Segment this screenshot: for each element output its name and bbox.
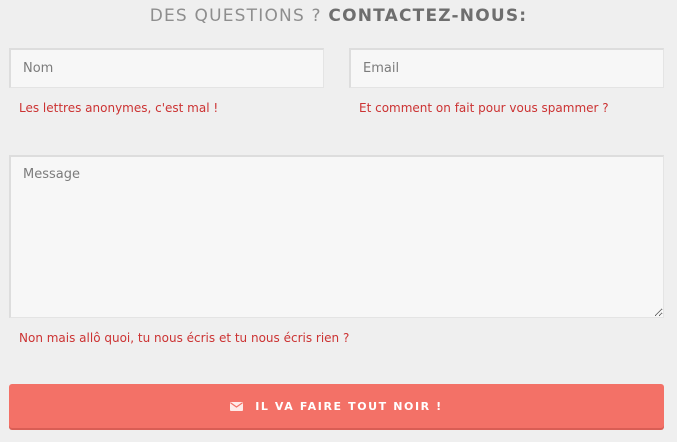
email-input[interactable]: [349, 48, 664, 88]
message-textarea[interactable]: [9, 155, 664, 318]
contact-heading: DES QUESTIONS ? CONTACTEZ-NOUS:: [0, 6, 677, 26]
heading-light: DES QUESTIONS ?: [149, 6, 322, 26]
name-input[interactable]: [9, 48, 324, 88]
submit-label: IL VA FAIRE TOUT NOIR !: [255, 399, 443, 413]
message-hint: Non mais allô quoi, tu nous écris et tu …: [19, 331, 350, 345]
heading-bold: CONTACTEZ-NOUS:: [328, 6, 528, 26]
email-hint: Et comment on fait pour vous spammer ?: [359, 101, 609, 115]
name-hint: Les lettres anonymes, c'est mal !: [19, 101, 219, 115]
envelope-icon: [230, 401, 244, 411]
submit-button[interactable]: IL VA FAIRE TOUT NOIR !: [9, 384, 664, 428]
